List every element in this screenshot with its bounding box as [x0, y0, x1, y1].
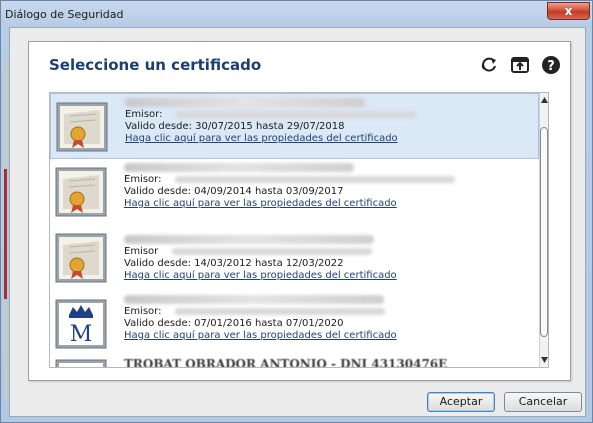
certificate-icon [56, 102, 108, 152]
certificate-icon [55, 359, 107, 367]
properties-link[interactable]: Haga clic aquí para ver las propiedades … [124, 330, 397, 341]
certificate-row[interactable]: M Emisor: Valido desde: 07/01/2016 hasta… [50, 291, 539, 357]
validity-text: Valido desde: 07/01/2016 hasta 07/01/202… [124, 318, 344, 329]
help-icon[interactable]: ? [541, 55, 561, 75]
issuer-label: Emisor: [125, 109, 163, 120]
blurred-subject [124, 295, 384, 304]
cancel-button[interactable]: Cancelar [504, 392, 582, 412]
blurred-subject [124, 163, 354, 172]
dialog-window: Diálogo de Seguridad x Seleccione un cer… [0, 0, 593, 423]
certificate-icon [55, 167, 107, 217]
export-icon[interactable] [510, 55, 530, 75]
close-icon: x [564, 4, 573, 18]
issuer-label: Emisor: [124, 174, 162, 185]
certificate-row-partial[interactable]: TROBAT OBRADOR ANTONIO - DNI 43130476E [50, 357, 539, 368]
properties-link[interactable]: Haga clic aquí para ver las propiedades … [125, 133, 398, 144]
list-scrollbar[interactable] [539, 93, 549, 367]
scroll-up-icon[interactable] [540, 95, 549, 105]
validity-text: Valido desde: 14/03/2012 hasta 12/03/202… [124, 258, 344, 269]
blurred-issuer [175, 176, 455, 183]
partial-subject: TROBAT OBRADOR ANTONIO - DNI 43130476E [124, 357, 448, 368]
certificate-row[interactable]: Emisor: Valido desde: 04/09/2014 hasta 0… [50, 159, 539, 225]
certificate-icon [55, 233, 107, 283]
issuer-label: Emisor: [124, 306, 162, 317]
title-bar[interactable]: Diálogo de Seguridad x [1, 1, 592, 27]
certificate-row[interactable]: Emisor Valido desde: 14/03/2012 hasta 12… [50, 225, 539, 291]
refresh-icon[interactable] [479, 55, 499, 75]
background-window-edge [4, 61, 7, 401]
window-title: Diálogo de Seguridad [5, 8, 124, 21]
properties-link[interactable]: Haga clic aquí para ver las propiedades … [124, 198, 397, 209]
scroll-thumb[interactable] [540, 127, 548, 337]
validity-text: Valido desde: 30/07/2015 hasta 29/07/201… [125, 121, 345, 132]
blurred-issuer [176, 111, 416, 118]
blurred-issuer [175, 308, 385, 315]
blurred-issuer [172, 248, 372, 255]
properties-link[interactable]: Haga clic aquí para ver las propiedades … [124, 270, 397, 281]
blurred-subject [125, 98, 365, 107]
issuer-label: Emisor [124, 246, 159, 257]
certificate-row[interactable]: Emisor: Valido desde: 30/07/2015 hasta 2… [50, 93, 539, 159]
accept-button[interactable]: Aceptar [427, 392, 495, 412]
certificate-panel: Seleccione un certificado ? Emisor: Vali… [28, 41, 571, 381]
blurred-subject [124, 235, 374, 244]
svg-text:M: M [70, 322, 93, 347]
validity-text: Valido desde: 04/09/2014 hasta 03/09/201… [124, 186, 344, 197]
scroll-down-icon[interactable] [540, 355, 549, 365]
certificate-list[interactable]: Emisor: Valido desde: 30/07/2015 hasta 2… [49, 92, 549, 368]
close-button[interactable]: x [547, 2, 590, 20]
panel-heading: Seleccione un certificado [49, 56, 262, 74]
svg-text:?: ? [547, 59, 555, 74]
fnmt-crown-icon: M [55, 299, 107, 349]
